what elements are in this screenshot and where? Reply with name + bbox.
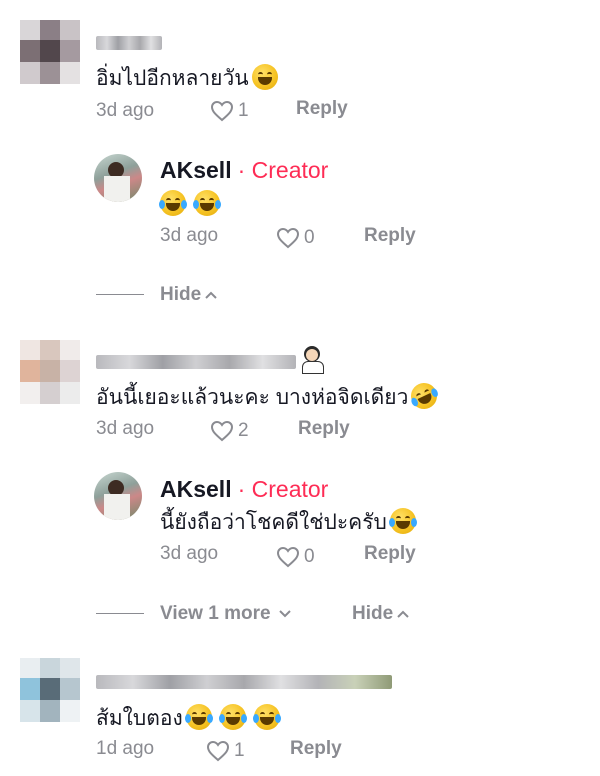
like-button[interactable]: 1: [206, 740, 245, 762]
creator-badge: · Creator: [237, 476, 329, 502]
thread-divider: [96, 294, 144, 295]
like-button[interactable]: 0: [276, 227, 315, 249]
heart-icon: [210, 420, 234, 442]
hide-replies-button[interactable]: Hide: [352, 603, 409, 625]
hide-replies-button[interactable]: Hide: [160, 284, 217, 306]
username-redacted[interactable]: [96, 36, 162, 50]
creator-badge: · Creator: [237, 157, 329, 183]
rofl-emoji: [407, 378, 442, 414]
reply-button[interactable]: Reply: [364, 225, 416, 247]
comment-text: อันนี้เยอะแล้วนะคะ บางห่อจิดเดียว: [96, 378, 442, 414]
view-more-replies-button[interactable]: View 1 more: [160, 603, 291, 625]
reply-button[interactable]: Reply: [298, 418, 350, 440]
reply-author[interactable]: AKsell: [160, 476, 232, 503]
reply-author[interactable]: AKsell: [160, 157, 232, 184]
like-button[interactable]: 2: [210, 420, 249, 442]
chevron-up-icon: [397, 610, 409, 618]
tears-of-joy-emoji: [388, 508, 417, 534]
comment-time: 3d ago: [96, 418, 155, 439]
tears-of-joy-emoji: [193, 190, 221, 216]
reply-text: [159, 190, 221, 218]
comment-text: ส้มใบตอง: [96, 704, 281, 732]
thread-divider: [96, 613, 144, 614]
like-count: 1: [234, 740, 245, 761]
reply-button[interactable]: Reply: [364, 543, 416, 565]
tears-of-joy-emoji: [218, 704, 247, 730]
tears-of-joy-emoji: [159, 190, 187, 216]
reply-time: 3d ago: [160, 543, 219, 564]
creator-avatar[interactable]: [94, 472, 142, 520]
grin-sweat-emoji: [251, 64, 278, 90]
like-button[interactable]: 1: [210, 100, 249, 122]
heart-icon: [276, 546, 300, 568]
commenter-avatar[interactable]: [20, 658, 80, 722]
heart-icon: [206, 740, 230, 762]
like-button[interactable]: 0: [276, 546, 315, 568]
heart-icon: [210, 100, 234, 122]
reply-text: นี้ยังถือว่าโชคดีใช่ปะครับ: [160, 508, 417, 536]
chevron-down-icon: [278, 610, 291, 618]
chevron-up-icon: [205, 291, 217, 299]
commenter-avatar[interactable]: [20, 340, 80, 404]
heart-icon: [276, 227, 300, 249]
tears-of-joy-emoji: [252, 704, 281, 730]
reply-time: 3d ago: [160, 225, 219, 246]
nurse-emoji: [300, 346, 324, 374]
creator-avatar[interactable]: [94, 154, 142, 202]
like-count: 0: [304, 546, 315, 567]
reply-button[interactable]: Reply: [296, 98, 348, 120]
like-count: 0: [304, 227, 315, 248]
comment-text: อิ่มไปอีกหลายวัน: [96, 64, 278, 92]
commenter-avatar[interactable]: [20, 20, 80, 84]
username-redacted[interactable]: [96, 355, 296, 369]
reply-button[interactable]: Reply: [290, 738, 342, 760]
comment-time: 1d ago: [96, 738, 155, 759]
username-redacted[interactable]: [96, 675, 392, 689]
comment-time: 3d ago: [96, 100, 155, 121]
tears-of-joy-emoji: [184, 704, 213, 730]
like-count: 1: [238, 100, 249, 121]
like-count: 2: [238, 420, 249, 441]
